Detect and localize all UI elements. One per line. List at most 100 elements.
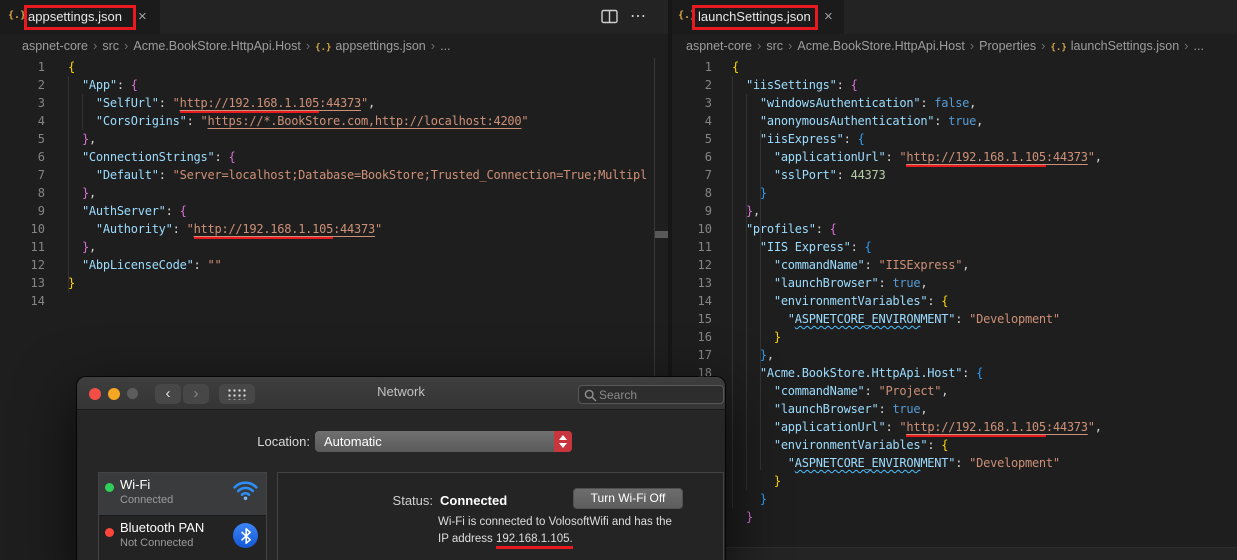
breadcrumb-item[interactable]: ...	[440, 39, 450, 53]
chevron-right-icon: ›	[1184, 38, 1189, 53]
code-line[interactable]: 12 "AbpLicenseCode": ""	[0, 256, 654, 274]
code-text: "environmentVariables": {	[773, 294, 949, 308]
code-line[interactable]: 16 }	[672, 328, 1237, 346]
breadcrumb-item[interactable]: src	[102, 39, 119, 53]
list-item-bluetooth-pan[interactable]: Bluetooth PAN Not Connected	[99, 515, 266, 560]
code-text: },	[81, 186, 96, 200]
code-line[interactable]: 6 "applicationUrl": "http://192.168.1.10…	[672, 148, 1237, 167]
breadcrumb-item[interactable]: src	[766, 39, 783, 53]
code-line[interactable]: 5 "iisExpress": {	[672, 130, 1237, 148]
code-text: "IIS Express": {	[759, 240, 872, 254]
breadcrumb-item[interactable]: Acme.BookStore.HttpApi.Host	[133, 39, 300, 53]
json-file-icon: {.}	[315, 43, 332, 53]
close-icon[interactable]: ×	[824, 8, 833, 25]
line-number: 8	[37, 186, 45, 200]
code-line[interactable]: 6 "ConnectionStrings": {	[0, 148, 654, 166]
code-line[interactable]: 3 "SelfUrl": "http://192.168.1.105:44373…	[0, 94, 654, 113]
chevron-right-icon: ›	[1041, 38, 1046, 53]
list-item-wifi[interactable]: Wi-Fi Connected	[99, 473, 266, 515]
code-line[interactable]: 21 "applicationUrl": "http://192.168.1.1…	[672, 418, 1237, 437]
code-text: "AbpLicenseCode": ""	[81, 258, 222, 272]
wifi-ip-text: IP address 192.168.1.105.	[438, 533, 573, 549]
line-number: 1	[704, 60, 712, 74]
code-line[interactable]: 7 "Default": "Server=localhost;Database=…	[0, 166, 654, 184]
code-text: "windowsAuthentication": false,	[759, 96, 977, 110]
close-icon[interactable]: ×	[138, 8, 147, 25]
code-line[interactable]: 17 },	[672, 346, 1237, 364]
service-name: Bluetooth PAN	[120, 520, 205, 535]
code-line[interactable]: 14 "environmentVariables": {	[672, 292, 1237, 310]
location-value: Automatic	[324, 434, 382, 449]
horizontal-scrollbar-track[interactable]	[672, 547, 1237, 560]
breadcrumb: aspnet-core › src › Acme.BookStore.HttpApi.H…	[672, 34, 1237, 58]
code-line[interactable]: 18 "Acme.BookStore.HttpApi.Host": {	[672, 364, 1237, 382]
code-line[interactable]: 13 "launchBrowser": true,	[672, 274, 1237, 292]
code-line[interactable]: 12 "commandName": "IISExpress",	[672, 256, 1237, 274]
code-text: "Authority": "http://192.168.1.105:44373…	[45, 222, 382, 239]
code-line[interactable]: 9 },	[672, 202, 1237, 220]
code-line[interactable]: 4 "CorsOrigins": "https://*.BookStore.co…	[0, 112, 654, 130]
code-line[interactable]: 24 }	[672, 472, 1237, 490]
line-number: 10	[697, 222, 712, 236]
breadcrumb-item[interactable]: Acme.BookStore.HttpApi.Host	[797, 39, 964, 53]
split-editor-icon[interactable]	[601, 9, 618, 29]
indent-guide	[732, 76, 733, 508]
code-line[interactable]: 14	[0, 292, 654, 310]
window-titlebar[interactable]: ‹ › Network	[77, 377, 725, 410]
code-text: "Acme.BookStore.HttpApi.Host": {	[759, 366, 984, 380]
code-line[interactable]: 8 },	[0, 184, 654, 202]
line-number: 5	[704, 132, 712, 146]
code-line[interactable]: 25 }	[672, 490, 1237, 508]
code-line[interactable]: 23 "ASPNETCORE_ENVIRONMENT": "Developmen…	[672, 454, 1237, 472]
search-input[interactable]	[599, 386, 719, 403]
code-line[interactable]: 13}	[0, 274, 654, 292]
code-line[interactable]: 4 "anonymousAuthentication": true,	[672, 112, 1237, 130]
search-icon	[584, 389, 597, 402]
turn-wifi-off-button[interactable]: Turn Wi-Fi Off	[573, 488, 683, 509]
line-number: 6	[37, 150, 45, 164]
code-line[interactable]: 8 }	[672, 184, 1237, 202]
line-number: 1	[37, 60, 45, 74]
indent-guide	[82, 94, 83, 130]
code-line[interactable]: 2 "App": {	[0, 76, 654, 94]
code-line[interactable]: 11 "IIS Express": {	[672, 238, 1237, 256]
search-field[interactable]	[578, 385, 724, 404]
more-actions-icon[interactable]: ⋯	[630, 6, 646, 26]
code-text: {	[732, 60, 739, 74]
breadcrumb-item[interactable]: ...	[1194, 39, 1204, 53]
code-line[interactable]: 9 "AuthServer": {	[0, 202, 654, 220]
code-line[interactable]: 10 "profiles": {	[672, 220, 1237, 238]
code-line[interactable]: 1{	[0, 58, 654, 76]
breadcrumb-item[interactable]: {.} appsettings.json	[315, 39, 426, 53]
location-dropdown[interactable]: Automatic	[315, 431, 572, 452]
chevron-right-icon: ›	[430, 38, 436, 53]
breadcrumb-item[interactable]: {.} launchSettings.json	[1050, 39, 1179, 53]
scrollbar-thumb[interactable]	[655, 231, 668, 238]
code-line[interactable]: 11 },	[0, 238, 654, 256]
code-line[interactable]: 22 "environmentVariables": {	[672, 436, 1237, 454]
code-line[interactable]: 1{	[672, 58, 1237, 76]
dropdown-stepper-icon	[554, 431, 572, 452]
code-line[interactable]: 2 "iisSettings": {	[672, 76, 1237, 94]
line-number: 4	[37, 114, 45, 128]
service-status: Not Connected	[120, 537, 194, 549]
code-line[interactable]: 15 "ASPNETCORE_ENVIRONMENT": "Developmen…	[672, 310, 1237, 328]
code-line[interactable]: 10 "Authority": "http://192.168.1.105:44…	[0, 220, 654, 239]
line-number: 14	[30, 294, 45, 308]
screenshot-root: {.} appsettings.json × ⋯ aspnet-core › src…	[0, 0, 1237, 560]
code-line[interactable]: 19 "commandName": "Project",	[672, 382, 1237, 400]
breadcrumb-item[interactable]: aspnet-core	[686, 39, 752, 53]
code-line[interactable]: 3 "windowsAuthentication": false,	[672, 94, 1237, 112]
code-line[interactable]: 26 }	[672, 508, 1237, 526]
line-number: 3	[37, 96, 45, 110]
chevron-right-icon: ›	[124, 38, 129, 53]
line-number: 13	[30, 276, 45, 290]
breadcrumb-item[interactable]: aspnet-core	[22, 39, 88, 53]
status-label: Status:	[392, 493, 433, 508]
code-line[interactable]: 20 "launchBrowser": true,	[672, 400, 1237, 418]
wifi-icon	[232, 479, 259, 506]
code-line[interactable]: 7 "sslPort": 44373	[672, 166, 1237, 184]
breadcrumb-item[interactable]: Properties	[979, 39, 1036, 53]
code-line[interactable]: 5 },	[0, 130, 654, 148]
code-editor-launchsettings[interactable]: 1{2 "iisSettings": {3 "windowsAuthentica…	[672, 58, 1237, 560]
